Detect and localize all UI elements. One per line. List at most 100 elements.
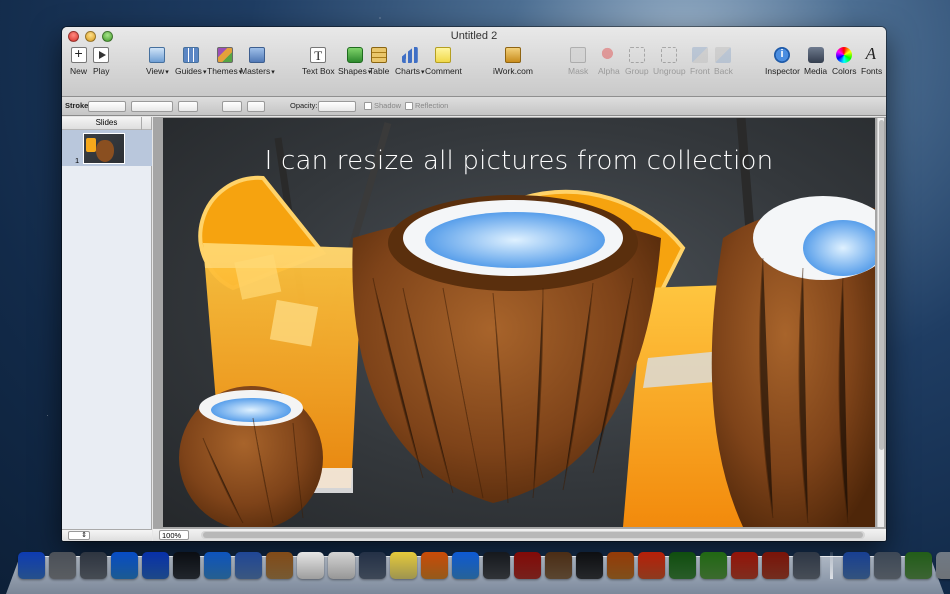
slide-thumbnail-item[interactable]: 1	[62, 130, 152, 166]
books-icon[interactable]	[669, 552, 696, 579]
masters-button[interactable]: Masters	[240, 47, 275, 76]
game-icon[interactable]	[638, 552, 665, 579]
notes-icon[interactable]	[390, 552, 417, 579]
iwork-icon	[505, 47, 521, 63]
shapes-label: Shapes	[338, 66, 371, 76]
contacts-icon[interactable]	[266, 552, 293, 579]
themes-icon	[216, 47, 233, 63]
charts-button[interactable]: Charts	[395, 47, 425, 76]
image-capture-icon[interactable]	[545, 552, 572, 579]
play-button[interactable]: Play	[93, 47, 110, 76]
group-icon	[628, 47, 645, 63]
themes-label: Themes	[207, 66, 242, 76]
play-label: Play	[93, 66, 110, 76]
front-icon	[691, 47, 708, 63]
presentation-icon[interactable]	[762, 552, 789, 579]
iwork-label: iWork.com	[493, 66, 533, 76]
slide-thumbnail[interactable]	[83, 133, 125, 164]
front-button[interactable]: Front	[690, 47, 710, 76]
keynote-window: Untitled 2 New Play View Guides Themes M…	[62, 27, 886, 541]
fonts-button[interactable]: Fonts	[861, 44, 882, 76]
downloads-stack-icon[interactable]	[843, 552, 870, 579]
iwork-button[interactable]: iWork.com	[493, 47, 533, 76]
line-endpoints-button[interactable]	[222, 101, 242, 112]
themes-button[interactable]: Themes	[207, 47, 242, 76]
photo-stack-icon[interactable]	[731, 552, 758, 579]
horizontal-scroll-thumb[interactable]	[203, 532, 863, 538]
documents-stack-icon[interactable]	[905, 552, 932, 579]
table-label: Table	[369, 66, 390, 76]
reflection-checkbox[interactable]	[405, 102, 413, 110]
mask-icon	[570, 47, 587, 63]
photo-booth-icon[interactable]	[514, 552, 541, 579]
ungroup-label: Ungroup	[653, 66, 686, 76]
app-store-icon[interactable]	[111, 552, 138, 579]
inspector-button[interactable]: Inspector	[765, 47, 800, 76]
zoom-select[interactable]: 100%	[159, 530, 189, 540]
line-ends-button[interactable]	[247, 101, 265, 112]
preview-icon[interactable]	[793, 552, 820, 579]
stroke-width-select[interactable]	[131, 101, 173, 112]
charts-icon	[401, 47, 418, 63]
opacity-select[interactable]	[318, 101, 356, 112]
comment-icon	[435, 47, 452, 63]
safari-icon[interactable]	[204, 552, 231, 579]
messages-icon[interactable]	[452, 552, 479, 579]
alpha-button[interactable]: Alpha	[598, 47, 620, 76]
itunes-icon[interactable]	[142, 552, 169, 579]
stroke-color-well[interactable]	[178, 101, 198, 112]
calendar-icon[interactable]	[297, 552, 324, 579]
shapes-button[interactable]: Shapes	[338, 47, 371, 76]
shadow-checkbox[interactable]	[364, 102, 372, 110]
vertical-scrollbar[interactable]	[877, 118, 884, 527]
screenshot-stack-icon[interactable]	[874, 552, 901, 579]
window-title: Untitled 2	[450, 30, 498, 42]
view-button[interactable]: View	[146, 47, 169, 76]
trash-icon[interactable]	[936, 552, 950, 579]
slide-title-text[interactable]: I can resize all pictures from collectio…	[163, 146, 875, 176]
opacity-label: Opacity:	[290, 101, 318, 110]
iphoto-icon[interactable]	[359, 552, 386, 579]
media-button[interactable]: Media	[804, 47, 827, 76]
stroke-style-select[interactable]	[88, 101, 126, 112]
view-mode-select[interactable]: ⇕	[68, 531, 90, 540]
pages-icon[interactable]	[421, 552, 448, 579]
imovie-icon[interactable]	[576, 552, 603, 579]
slide-canvas[interactable]: I can resize all pictures from collectio…	[163, 118, 875, 527]
colors-button[interactable]: Colors	[832, 47, 857, 76]
shadow-label: Shadow	[374, 101, 402, 110]
folder-stack-icon[interactable]	[700, 552, 727, 579]
text-box-button[interactable]: Text Box	[302, 47, 335, 76]
comment-button[interactable]: Comment	[425, 47, 462, 76]
ungroup-icon	[661, 47, 678, 63]
back-label: Back	[714, 66, 733, 76]
color-wheel-icon	[836, 47, 853, 63]
masters-label: Masters	[240, 66, 275, 76]
front-label: Front	[690, 66, 710, 76]
reflection-label: Reflection	[415, 101, 449, 110]
group-button[interactable]: Group	[625, 47, 649, 76]
guides-button[interactable]: Guides	[175, 47, 206, 76]
ungroup-button[interactable]: Ungroup	[653, 47, 686, 76]
garageband-icon[interactable]	[607, 552, 634, 579]
dock-icons	[18, 552, 950, 579]
mask-label: Mask	[568, 66, 589, 76]
finder-icon[interactable]	[18, 552, 45, 579]
mail-icon[interactable]	[235, 552, 262, 579]
dashboard-icon[interactable]	[173, 552, 200, 579]
vertical-scroll-thumb[interactable]	[879, 120, 884, 450]
new-slide-button[interactable]: New	[70, 45, 87, 76]
mask-button[interactable]: Mask	[568, 47, 588, 76]
facetime-icon[interactable]	[483, 552, 510, 579]
view-icon	[149, 47, 166, 63]
launchpad-icon[interactable]	[80, 552, 107, 579]
back-button[interactable]: Back	[714, 47, 733, 76]
guides-icon	[182, 47, 199, 63]
navigator-menu-button[interactable]	[141, 117, 151, 130]
slide-navigator: Slides 1 ⇕	[62, 117, 152, 541]
drinks-illustration[interactable]	[163, 118, 875, 527]
system-preferences-icon[interactable]	[49, 552, 76, 579]
reminders-icon[interactable]	[328, 552, 355, 579]
back-icon	[715, 47, 732, 63]
table-button[interactable]: Table	[369, 47, 389, 76]
